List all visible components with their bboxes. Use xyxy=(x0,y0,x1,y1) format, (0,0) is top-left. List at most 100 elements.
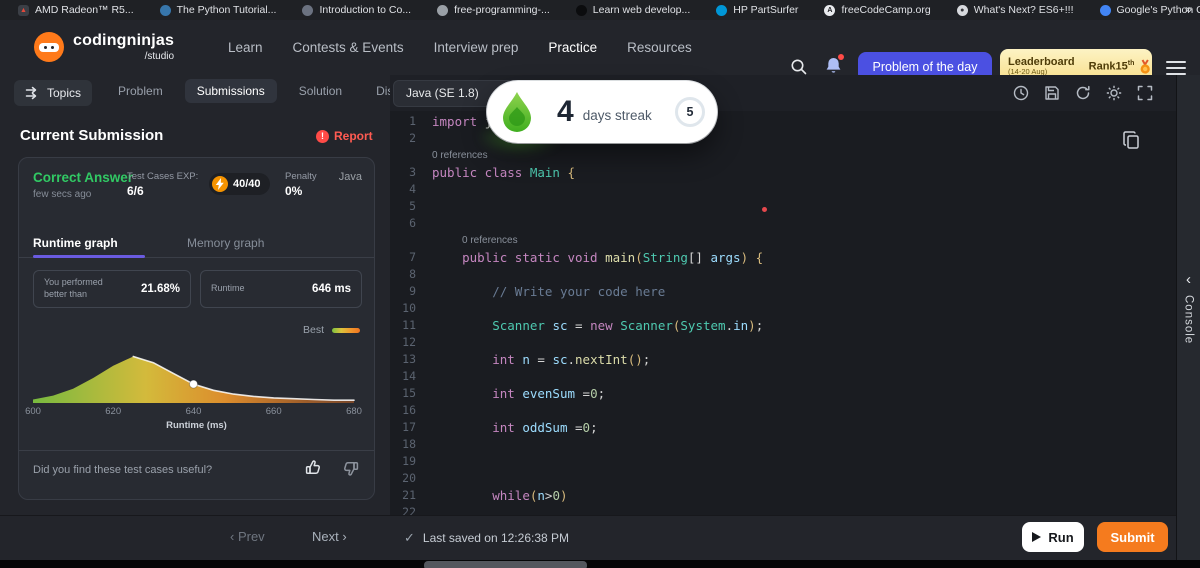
bookmark-item[interactable]: ▲ AMD Radeon™ R5... xyxy=(18,4,134,16)
brand-name: codingninjas xyxy=(73,32,175,49)
notification-badge xyxy=(838,54,844,60)
main-nav: Learn Contests & Events Interview prep P… xyxy=(228,20,692,75)
tab-solution[interactable]: Solution xyxy=(287,79,354,103)
line-number: 4 xyxy=(409,182,416,196)
penalty-label: Penalty xyxy=(285,171,317,182)
tab-submissions[interactable]: Submissions xyxy=(184,79,277,103)
generic-favicon xyxy=(437,4,449,16)
bookmark-item[interactable]: free-programming-... xyxy=(437,4,550,16)
chart-legend-label: Best xyxy=(302,324,324,336)
play-icon xyxy=(1032,532,1042,542)
nav-interview-prep[interactable]: Interview prep xyxy=(434,40,519,55)
thumbs-down-icon[interactable] xyxy=(340,458,360,478)
next-button[interactable]: Next › xyxy=(312,529,347,544)
code-line-text: public static void main(String[] args) { xyxy=(462,250,764,265)
topics-label: Topics xyxy=(47,86,82,100)
topics-button[interactable]: Topics xyxy=(14,80,93,106)
penalty-value: 0% xyxy=(285,184,303,198)
bookmarks-list: ▲ AMD Radeon™ R5... The Python Tutorial...… xyxy=(18,4,1200,16)
code-row: 8 xyxy=(390,266,1176,283)
hp-favicon xyxy=(716,4,728,16)
thumbs-up-icon[interactable] xyxy=(304,458,324,478)
codingninjas-logo[interactable]: codingninjas /studio xyxy=(34,32,174,62)
bookmarks-overflow-chevron-icon[interactable]: » xyxy=(1185,0,1192,20)
code-row: 3 public class Main { xyxy=(390,164,1176,181)
streak-popup: 4 days streak 5 xyxy=(487,81,717,143)
nav-learn[interactable]: Learn xyxy=(228,40,263,55)
code-row: 15 int evenSum =0; xyxy=(390,385,1176,402)
fullscreen-icon[interactable] xyxy=(1136,84,1154,102)
line-number: 16 xyxy=(402,403,416,417)
code-row: 13 int n = sc.nextInt(); xyxy=(390,351,1176,368)
line-number: 22 xyxy=(402,505,416,515)
report-button[interactable]: ! Report xyxy=(316,129,373,143)
code-row: 16 xyxy=(390,402,1176,419)
chart-marker xyxy=(189,379,198,389)
panel-title: Current Submission xyxy=(20,127,164,144)
line-number: 13 xyxy=(402,352,416,366)
code-row: 14 xyxy=(390,368,1176,385)
history-icon[interactable] xyxy=(1012,84,1030,102)
copy-code-icon[interactable] xyxy=(1122,130,1142,157)
settings-gear-icon[interactable] xyxy=(1105,84,1123,102)
report-exclamation-icon: ! xyxy=(316,129,329,143)
streak-count: 4 xyxy=(557,95,574,128)
bookmark-item[interactable]: HP PartSurfer xyxy=(716,4,798,16)
score-value: 40/40 xyxy=(233,178,261,190)
code-line-text: int n = sc.nextInt(); xyxy=(492,352,651,367)
code-row: 5 xyxy=(390,198,1176,215)
chart-legend-gradient xyxy=(332,328,360,333)
line-number: 5 xyxy=(409,199,416,213)
save-icon[interactable] xyxy=(1043,84,1061,102)
bottom-scroll-handle[interactable] xyxy=(424,561,587,568)
code-row: 9 // Write your code here xyxy=(390,283,1176,300)
code-editor[interactable]: 1import java.util.Scanner;20 references3… xyxy=(390,111,1176,515)
codelens-text[interactable]: 0 references xyxy=(432,147,488,164)
codelens-text[interactable]: 0 references xyxy=(432,232,518,249)
prev-button[interactable]: ‹ Prev xyxy=(230,529,265,544)
bookmark-item[interactable]: AfreeCodeCamp.org xyxy=(824,4,931,16)
console-panel-collapsed[interactable]: ‹ Console xyxy=(1176,75,1200,560)
streak-label: days streak xyxy=(582,107,652,123)
bookmark-item[interactable]: ● What's Next? ES6+!!! xyxy=(956,4,1074,16)
code-row: 12 xyxy=(390,334,1176,351)
line-number: 18 xyxy=(402,437,416,451)
code-line-text: public class Main { xyxy=(432,165,576,180)
code-row: 6 xyxy=(390,215,1176,232)
bookmark-item[interactable]: Introduction to Co... xyxy=(302,4,411,16)
code-row: 19 xyxy=(390,453,1176,470)
hamburger-menu-icon[interactable] xyxy=(1166,61,1186,75)
site-header: codingninjas /studio Learn Contests & Ev… xyxy=(0,20,1200,84)
medal-icon xyxy=(1138,58,1153,75)
active-tab-underline xyxy=(33,255,145,258)
generic-favicon xyxy=(302,4,314,16)
tab-problem[interactable]: Problem xyxy=(106,79,175,103)
submission-card: Correct Answer few secs ago Test Cases E… xyxy=(18,157,375,500)
nav-contests-events[interactable]: Contests & Events xyxy=(293,40,404,55)
reset-code-icon[interactable] xyxy=(1074,84,1092,102)
tab-memory-graph[interactable]: Memory graph xyxy=(187,236,264,250)
test-cases-value: 6/6 xyxy=(127,184,144,198)
python-favicon xyxy=(159,4,171,16)
line-number: 20 xyxy=(402,471,416,485)
tab-runtime-graph[interactable]: Runtime graph xyxy=(33,236,118,250)
nav-practice[interactable]: Practice xyxy=(548,40,597,55)
code-line-text: while(n>0) xyxy=(492,488,568,503)
nav-resources[interactable]: Resources xyxy=(627,40,692,55)
error-marker-dot xyxy=(762,207,767,212)
percentile-stat-box: You performed better than 21.68% xyxy=(33,270,191,308)
line-number: 6 xyxy=(409,216,416,230)
code-line-text: // Write your code here xyxy=(492,284,666,299)
code-row: 11 Scanner sc = new Scanner(System.in); xyxy=(390,317,1176,334)
bookmark-item[interactable]: The Python Tutorial... xyxy=(159,4,276,16)
leaderboard-rank: Rank15th xyxy=(1088,60,1135,73)
app-window: ▲ AMD Radeon™ R5... The Python Tutorial...… xyxy=(0,0,1200,568)
ninja-logo-icon xyxy=(34,32,64,62)
code-row: 17 int oddSum =0; xyxy=(390,419,1176,436)
line-number: 11 xyxy=(402,318,416,332)
submit-button[interactable]: Submit xyxy=(1097,522,1168,552)
bookmark-item[interactable]: Learn web develop... xyxy=(575,4,690,16)
run-button[interactable]: Run xyxy=(1022,522,1084,552)
bookmark-label: What's Next? ES6+!!! xyxy=(973,4,1074,16)
console-expand-chevron-icon[interactable]: ‹ xyxy=(1177,272,1200,287)
